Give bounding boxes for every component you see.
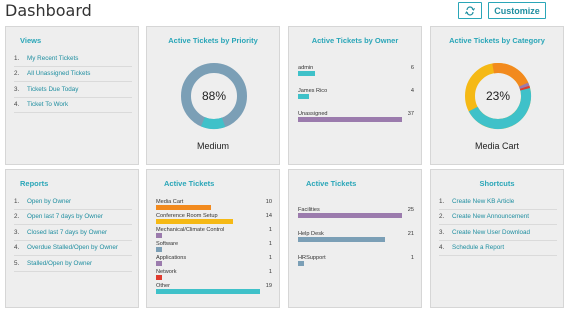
- owner-bars: admin 6 James Rico 4 Unassigned 37: [298, 65, 416, 127]
- report-link[interactable]: Overdue Stalled/Open by Owner: [27, 244, 118, 251]
- category-title: Active Tickets by Category: [449, 36, 545, 45]
- bar-row[interactable]: Conference Room Setup 14: [156, 213, 274, 227]
- bar-row[interactable]: Network 1: [156, 269, 274, 283]
- customize-button[interactable]: Customize: [488, 2, 546, 19]
- ticket-bar: [156, 233, 162, 238]
- owner-bar: [298, 71, 315, 76]
- bar-row[interactable]: Facilities 25: [298, 207, 416, 231]
- view-link[interactable]: All Unassigned Tickets: [27, 70, 90, 77]
- shortcut-link[interactable]: Create New KB Article: [452, 198, 514, 205]
- active-tickets-bars-2: Facilities 25 Help Desk 21 HRSupport 1: [298, 207, 416, 271]
- category-donut[interactable]: 23%: [431, 49, 565, 139]
- category-percent: 23%: [486, 89, 510, 103]
- active-tickets-title: Active Tickets: [164, 179, 215, 188]
- priority-card[interactable]: Active Tickets by Priority 88% Medium: [146, 26, 280, 165]
- shortcuts-title: Shortcuts: [479, 179, 515, 188]
- list-item[interactable]: 5. Stalled/Open by Owner: [14, 256, 132, 272]
- owner-bar: [298, 94, 310, 99]
- refresh-button[interactable]: [458, 2, 482, 19]
- list-item[interactable]: 4. Schedule a Report: [439, 241, 557, 256]
- priority-title: Active Tickets by Priority: [168, 36, 258, 45]
- report-link[interactable]: Stalled/Open by Owner: [27, 260, 92, 267]
- ticket-bar: [298, 261, 304, 266]
- category-caption: Media Cart: [474, 141, 519, 151]
- refresh-icon: [465, 5, 475, 16]
- report-link[interactable]: Open by Owner: [27, 198, 71, 205]
- reports-card: Reports 1. Open by Owner 2. Open last 7 da…: [5, 169, 139, 308]
- owner-card: Active Tickets by Owner admin 6 James Ri…: [288, 26, 422, 165]
- shortcut-link[interactable]: Schedule a Report: [452, 244, 504, 251]
- list-item[interactable]: 3. Tickets Due Today: [14, 82, 132, 98]
- list-item[interactable]: 2. All Unassigned Tickets: [14, 67, 132, 82]
- ticket-bar: [156, 247, 162, 252]
- list-item[interactable]: 4. Ticket To Work: [14, 98, 132, 113]
- page-title: Dashboard: [5, 1, 92, 20]
- ticket-bar: [298, 237, 386, 242]
- bar-row[interactable]: HRSupport 1: [298, 255, 416, 271]
- toolbar: Customize: [458, 2, 546, 19]
- view-link[interactable]: My Recent Tickets: [27, 55, 78, 62]
- report-link[interactable]: Closed last 7 days by Owner: [27, 229, 107, 236]
- shortcut-link[interactable]: Create New Announcement: [452, 213, 529, 220]
- bar-row[interactable]: Applications 1: [156, 255, 274, 269]
- view-link[interactable]: Ticket To Work: [27, 101, 68, 108]
- ticket-bar: [156, 275, 162, 280]
- active-tickets-card-1: Active Tickets Media Cart 10 Conference …: [146, 169, 280, 308]
- views-title: Views: [20, 36, 42, 45]
- shortcuts-card: Shortcuts 1. Create New KB Article 2. Crea…: [430, 169, 564, 308]
- bar-row[interactable]: Other 19: [156, 283, 274, 297]
- bar-row[interactable]: James Rico 4: [298, 88, 416, 111]
- list-item[interactable]: 1. Open by Owner: [14, 194, 132, 210]
- ticket-bar: [156, 219, 233, 224]
- bar-row[interactable]: Mechanical/Climate Control 1: [156, 227, 274, 241]
- list-item[interactable]: 4. Overdue Stalled/Open by Owner: [14, 241, 132, 256]
- report-link[interactable]: Open last 7 days by Owner: [27, 213, 103, 220]
- bar-row[interactable]: Software 1: [156, 241, 274, 255]
- views-card: Views 1. My Recent Tickets 2. All Unassign…: [5, 26, 139, 165]
- active-tickets-title: Active Tickets: [306, 179, 357, 188]
- views-list: 1. My Recent Tickets 2. All Unassigned Tic…: [14, 51, 132, 113]
- view-link[interactable]: Tickets Due Today: [27, 86, 78, 93]
- category-card[interactable]: Active Tickets by Category 23% Media Car…: [430, 26, 564, 165]
- ticket-bar: [156, 205, 211, 210]
- list-item[interactable]: 2. Open last 7 days by Owner: [14, 210, 132, 225]
- owner-title: Active Tickets by Owner: [311, 36, 399, 45]
- active-tickets-bars-1: Media Cart 10 Conference Room Setup 14 M…: [156, 199, 274, 297]
- list-item[interactable]: 3. Create New User Download: [439, 225, 557, 241]
- list-item[interactable]: 1. Create New KB Article: [439, 194, 557, 210]
- list-item[interactable]: 2. Create New Announcement: [439, 210, 557, 225]
- active-tickets-card-2: Active Tickets Facilities 25 Help Desk 2…: [288, 169, 422, 308]
- priority-donut[interactable]: 88%: [147, 49, 281, 139]
- priority-caption: Medium: [196, 141, 229, 151]
- bar-row[interactable]: admin 6: [298, 65, 416, 88]
- ticket-bar: [156, 261, 162, 266]
- bar-row[interactable]: Help Desk 21: [298, 231, 416, 255]
- shortcuts-list: 1. Create New KB Article 2. Create New Ann…: [439, 194, 557, 256]
- list-item[interactable]: 3. Closed last 7 days by Owner: [14, 225, 132, 241]
- priority-percent: 88%: [202, 89, 226, 103]
- bar-row[interactable]: Unassigned 37: [298, 111, 416, 127]
- owner-bar: [298, 117, 402, 122]
- list-item[interactable]: 1. My Recent Tickets: [14, 51, 132, 67]
- reports-title: Reports: [20, 179, 49, 188]
- bar-row[interactable]: Media Cart 10: [156, 199, 274, 213]
- ticket-bar: [156, 289, 260, 294]
- shortcut-link[interactable]: Create New User Download: [452, 229, 530, 236]
- ticket-bar: [298, 213, 402, 218]
- reports-list: 1. Open by Owner 2. Open last 7 days by Ow…: [14, 194, 132, 272]
